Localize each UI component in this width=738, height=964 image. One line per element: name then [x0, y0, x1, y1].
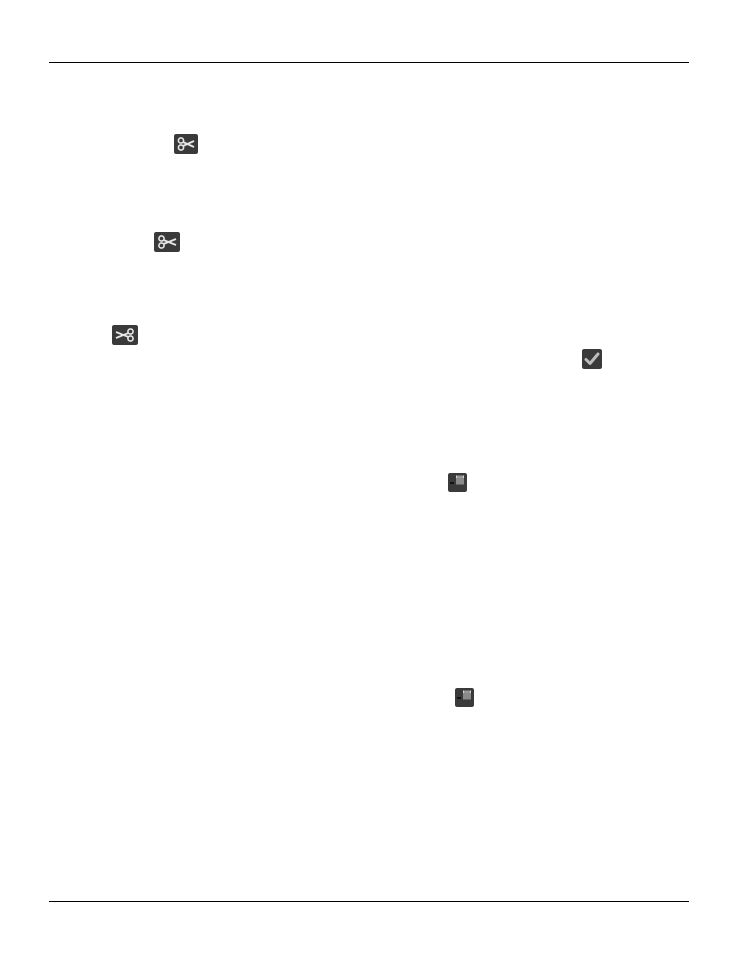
clip-icon	[455, 688, 474, 707]
checkmark-icon	[582, 349, 602, 369]
clip-icon	[448, 473, 467, 492]
scissors-icon	[154, 232, 180, 252]
scissors-icon	[174, 134, 198, 154]
footer-rule	[49, 901, 689, 902]
header-rule	[49, 62, 689, 63]
scissors-icon	[112, 325, 138, 345]
